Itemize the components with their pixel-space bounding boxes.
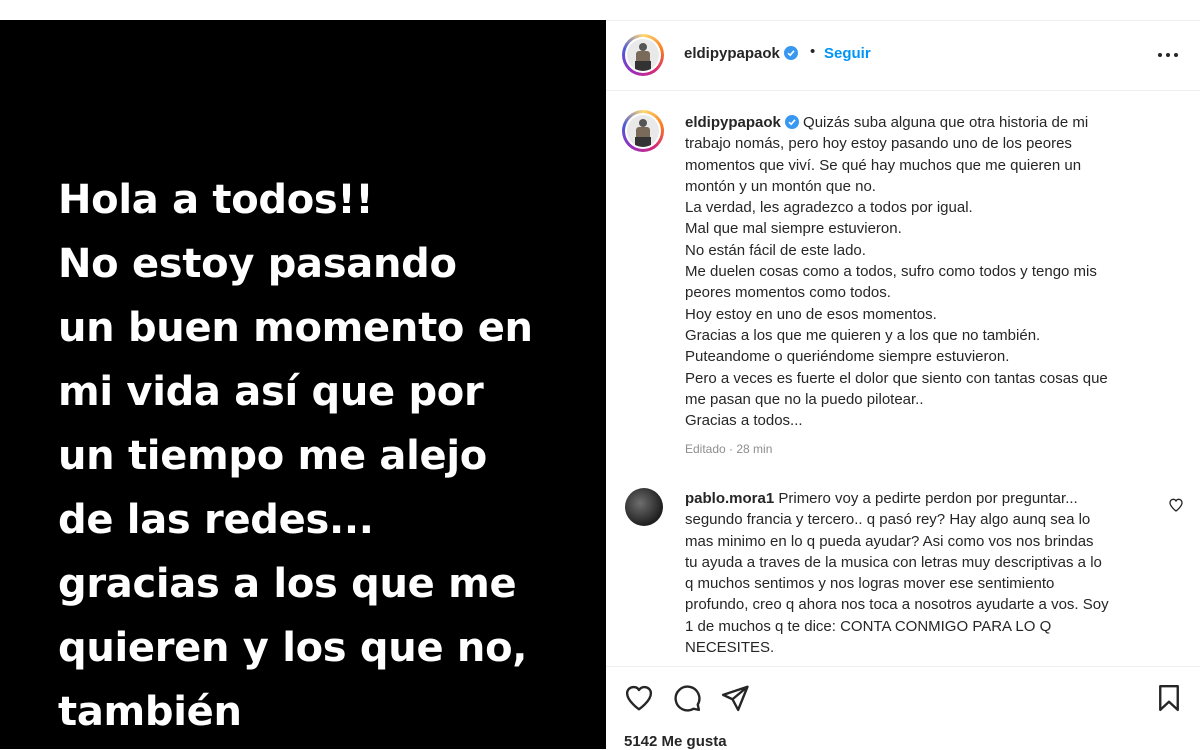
- caption-line: Puteandome o queriéndome siempre estuvie…: [685, 348, 1010, 366]
- caption-line: Quizás suba alguna que otra historia de …: [803, 114, 1089, 131]
- send-icon[interactable]: [720, 683, 750, 713]
- comment-line: Primero voy a pedirte perdon por pregunt…: [778, 490, 1078, 507]
- post-header: eldipypapaok • Seguir: [606, 20, 1200, 91]
- caption-line: Gracias a todos...: [685, 412, 803, 430]
- author-avatar[interactable]: [622, 34, 664, 76]
- post-image-line: un buen momento en: [58, 305, 533, 351]
- caption-timestamp: Editado · 28 min: [685, 442, 773, 456]
- post-image-line: Hola a todos!!: [58, 177, 374, 223]
- caption-line: trabajo nomás, pero hoy estoy pasando un…: [685, 135, 1072, 153]
- commenter-username[interactable]: pablo.mora1: [685, 490, 774, 507]
- post-image: Hola a todos!! No estoy pasando un buen …: [0, 20, 606, 749]
- comment-line: 1 de muchos q te dice: CONTA CONMIGO PAR…: [685, 617, 1052, 635]
- post-image-line: gracias a los que me: [58, 561, 517, 607]
- comment-text: pablo.mora1 Primero voy a pedirte perdon…: [685, 488, 1165, 658]
- caption-author-avatar[interactable]: [622, 110, 664, 152]
- post-actions: 5142 Me gusta: [606, 666, 1200, 750]
- post-image-line: también: [58, 689, 242, 735]
- caption-line: Hoy estoy en uno de esos momentos.: [685, 305, 937, 323]
- caption-line: Gracias a los que me quieren y a los que…: [685, 326, 1041, 344]
- comment-line: mas minimo en lo q pueda ayudar? Asi com…: [685, 532, 1094, 550]
- comment-line: tu ayuda a traves de la musica con letra…: [685, 553, 1102, 571]
- header-username[interactable]: eldipypapaok: [684, 45, 780, 62]
- caption-line: Pero a veces es fuerte el dolor que sien…: [685, 369, 1108, 387]
- comment-line: NECESITES.: [685, 639, 775, 657]
- verified-badge-icon: [784, 115, 799, 129]
- bookmark-icon[interactable]: [1154, 683, 1184, 713]
- header-separator: •: [810, 43, 816, 60]
- caption-username[interactable]: eldipypapaok: [685, 114, 781, 131]
- commenter-avatar[interactable]: [625, 488, 663, 526]
- post-image-text: Hola a todos!! No estoy pasando un buen …: [58, 168, 598, 744]
- post-image-line: de las redes...: [58, 497, 374, 543]
- more-horizontal-icon[interactable]: [1156, 45, 1180, 65]
- caption-line: me pasan que no la puedo pilotear..: [685, 390, 924, 408]
- caption-line: Me duelen cosas como a todos, sufro como…: [685, 263, 1097, 281]
- caption-line: No están fácil de este lado.: [685, 241, 866, 259]
- verified-badge-icon: [783, 46, 798, 60]
- post-image-line: No estoy pasando: [58, 241, 457, 287]
- comment-like-heart-icon[interactable]: [1168, 497, 1184, 513]
- caption-line: momentos que viví. Se qué hay muchos que…: [685, 156, 1082, 174]
- comment-line: profundo, creo q ahora nos toca a nosotr…: [685, 596, 1109, 614]
- caption-line: peores momentos como todos.: [685, 284, 891, 302]
- post-image-line: quieren y los que no,: [58, 625, 528, 671]
- caption-line: montón y un montón que no.: [685, 177, 876, 195]
- caption-line: La verdad, les agradezco a todos por igu…: [685, 199, 973, 217]
- header-username-group: eldipypapaok: [684, 45, 798, 63]
- like-heart-icon[interactable]: [624, 683, 654, 713]
- post-image-line: un tiempo me alejo: [58, 433, 487, 479]
- follow-button[interactable]: Seguir: [824, 45, 871, 62]
- post-sidebar: eldipypapaok • Seguir eldipypapaok Quizá…: [606, 20, 1200, 750]
- caption-text: eldipypapaok Quizás suba alguna que otra…: [685, 112, 1155, 431]
- comment-icon[interactable]: [672, 683, 702, 713]
- likes-count[interactable]: 5142 Me gusta: [624, 733, 727, 750]
- post-image-line: mi vida así que por: [58, 369, 484, 415]
- comment-line: q muchos sentimos y nos logras mover ese…: [685, 575, 1055, 593]
- comment-line: segundo francia y tercero.. q pasó rey? …: [685, 511, 1091, 529]
- caption-line: Mal que mal siempre estuvieron.: [685, 220, 902, 238]
